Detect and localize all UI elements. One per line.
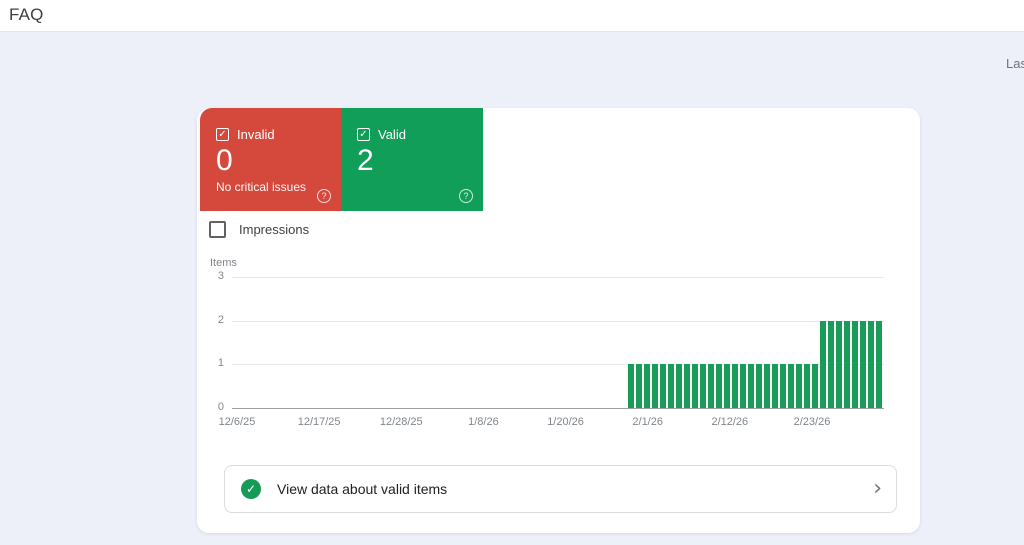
chart-bar[interactable] [676,364,682,408]
chart-bar[interactable] [684,364,690,408]
y-tick-label: 1 [217,357,224,370]
gridline [232,320,884,322]
chart-bar[interactable] [732,364,738,408]
check-circle-icon: ✓ [241,479,261,499]
chart-bar[interactable] [772,364,778,408]
chart-bar[interactable] [708,364,714,408]
valid-count: 2 [357,144,374,177]
chart-bar[interactable] [644,364,650,408]
chart-bar[interactable] [748,364,754,408]
x-tick-label: 2/23/26 [793,416,831,428]
chart-bar[interactable] [636,364,642,408]
chart-bar[interactable] [756,364,762,408]
x-axis-line [232,408,884,409]
impressions-label: Impressions [239,222,310,237]
chart-bar[interactable] [788,364,794,408]
invalid-card[interactable]: ✓ Invalid 0 No critical issues ? [200,108,341,211]
last-updated-text: Las [1006,56,1024,71]
chart-bar[interactable] [652,364,658,408]
chart-bar[interactable] [828,320,834,408]
gridline [232,364,884,366]
help-icon[interactable]: ? [317,189,331,203]
checkbox-checked-icon[interactable]: ✓ [357,128,370,141]
chart-bar[interactable] [716,364,722,408]
invalid-card-label: Invalid [237,127,275,142]
chart-bar[interactable] [628,364,634,408]
x-tick-label: 1/8/26 [468,416,499,428]
invalid-note: No critical issues [216,180,307,194]
chart-bar[interactable] [700,364,706,408]
chart-bar[interactable] [860,320,866,408]
y-tick-label: 2 [217,313,224,326]
view-row-label: View data about valid items [277,481,448,497]
chart-bar[interactable] [668,364,674,408]
x-tick-label: 12/28/25 [379,416,423,428]
page-title: FAQ [9,5,44,24]
chart-bar[interactable] [660,364,666,408]
view-valid-items-row[interactable]: ✓ View data about valid items › [224,465,897,513]
page-header: FAQ [0,0,1024,32]
chart-bar[interactable] [820,320,826,408]
chart-bar[interactable] [876,320,882,408]
y-tick-label: 0 [217,401,224,413]
y-tick-label: 3 [217,270,224,282]
chart-bar[interactable] [868,320,874,408]
report-panel: ✓ Invalid 0 No critical issues ? ✓ Valid… [197,108,920,533]
chart-bar[interactable] [804,364,810,408]
chevron-right-icon: › [873,476,882,501]
chart-bar[interactable] [780,364,786,408]
x-tick-label: 2/1/26 [632,416,663,428]
chart-bar[interactable] [852,320,858,408]
x-tick-label: 12/6/25 [218,416,256,428]
chart-bar[interactable] [724,364,730,408]
impressions-toggle[interactable]: Impressions [209,221,309,238]
x-tick-label: 12/17/25 [297,416,341,428]
x-tick-label: 2/12/26 [711,416,749,428]
checkbox-checked-icon[interactable]: ✓ [216,128,229,141]
valid-card-label: Valid [378,127,406,142]
invalid-count: 0 [216,144,233,177]
chart-plot: 3 2 1 0 12/6/25 12/17/25 12/28/25 1/8/26 1/20/26… [218,270,884,428]
chart-bar[interactable] [796,364,802,408]
help-icon[interactable]: ? [459,189,473,203]
chart-bar[interactable] [836,320,842,408]
y-axis-title: Items [210,257,237,269]
chart-bar[interactable] [764,364,770,408]
chart-bar[interactable] [812,364,818,408]
valid-card[interactable]: ✓ Valid 2 ? [341,108,483,211]
chart-bar[interactable] [692,364,698,408]
checkbox-unchecked-icon[interactable] [209,221,226,238]
x-tick-label: 1/20/26 [547,416,584,428]
chart-bar[interactable] [844,320,850,408]
gridline [232,277,884,278]
chart-bar[interactable] [740,364,746,408]
